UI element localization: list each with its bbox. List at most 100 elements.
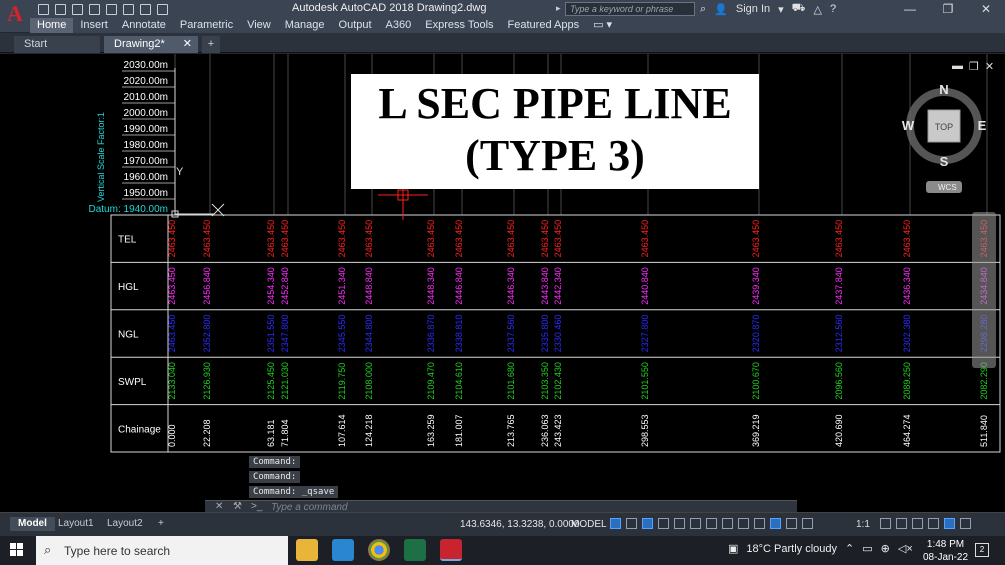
tab-manage[interactable]: Manage — [278, 18, 332, 33]
layout-tab-layout1[interactable]: Layout1 — [50, 517, 102, 531]
windows-start-icon[interactable] — [10, 543, 24, 557]
close-button[interactable]: ✕ — [967, 0, 1005, 18]
ortho-icon[interactable] — [658, 518, 669, 529]
auto-scale-icon[interactable] — [802, 518, 813, 529]
network-icon[interactable]: ⊕ — [881, 542, 890, 555]
table-cell-ngl: 2338.810 — [454, 315, 464, 353]
layout-tab-model[interactable]: Model — [10, 517, 55, 531]
autocad-taskbar-icon[interactable] — [440, 539, 462, 561]
battery-icon[interactable]: ▭ — [862, 542, 872, 555]
model-space-button[interactable]: MODEL — [571, 519, 607, 530]
help-icon[interactable]: ? — [830, 3, 836, 15]
viewcube-s-label: S — [940, 154, 949, 169]
sign-in-button[interactable]: Sign In — [736, 3, 770, 15]
polar-tracking-icon[interactable] — [674, 518, 685, 529]
lineweight-icon[interactable] — [738, 518, 749, 529]
taskbar-search[interactable]: ⌕ Type here to search — [36, 536, 288, 565]
keyword-search-input[interactable]: Type a keyword or phrase — [565, 2, 695, 16]
file-tab-start[interactable]: Start — [14, 36, 100, 53]
infer-constraints-icon[interactable] — [642, 518, 653, 529]
command-history-line: Command: — [249, 471, 301, 483]
tab-output[interactable]: Output — [332, 18, 379, 33]
wrench-icon[interactable]: ⚒ — [233, 501, 242, 512]
plot-icon[interactable] — [106, 3, 117, 15]
search-expand-icon[interactable]: ▸ — [556, 3, 561, 14]
tab-annotate[interactable]: Annotate — [115, 18, 173, 33]
user-icon[interactable]: 👤 — [714, 3, 728, 16]
tab-view[interactable]: View — [240, 18, 278, 33]
camera-app-icon[interactable] — [332, 539, 354, 561]
weather-icon[interactable]: ▣ — [728, 542, 738, 555]
tab-express-tools[interactable]: Express Tools — [418, 18, 500, 33]
table-cell-tel: 2463.450 — [751, 220, 761, 258]
viewport-close-icon[interactable]: ✕ — [985, 60, 994, 73]
clean-screen-icon[interactable] — [944, 518, 955, 529]
save-icon[interactable] — [72, 3, 83, 15]
tab-parametric[interactable]: Parametric — [173, 18, 240, 33]
plus-icon[interactable] — [896, 518, 907, 529]
excel-icon[interactable] — [404, 539, 426, 561]
open-file-icon[interactable] — [55, 3, 66, 15]
print-icon[interactable] — [123, 3, 134, 15]
tab-featured-apps[interactable]: Featured Apps — [501, 18, 587, 33]
viewport-restore-icon[interactable]: ❐ — [969, 60, 979, 73]
file-tab-drawing2[interactable]: Drawing2* ✕ — [104, 36, 198, 53]
elevation-label: 1980.00m — [124, 140, 168, 151]
tab-home[interactable]: Home — [30, 18, 74, 33]
autocad-logo-icon[interactable]: A — [0, 0, 30, 32]
new-tab-button[interactable]: + — [202, 36, 220, 53]
snap-icon[interactable] — [626, 518, 637, 529]
weather-text[interactable]: 18°C Partly cloudy — [746, 543, 837, 555]
file-tab-label: Drawing2* — [114, 38, 165, 50]
minimize-button[interactable]: — — [891, 0, 929, 18]
add-layout-button[interactable]: + — [150, 517, 172, 531]
viewport-minimize-icon[interactable]: ▬ — [952, 60, 963, 73]
taskbar-clock[interactable]: 1:48 PM 08-Jan-22 — [923, 538, 968, 564]
close-icon[interactable]: ✕ — [183, 36, 192, 53]
chevron-up-icon[interactable]: ⌃ — [845, 542, 854, 555]
file-explorer-icon[interactable] — [296, 539, 318, 561]
tab-a360[interactable]: A360 — [379, 18, 419, 33]
annotation-scale[interactable]: 1:1 — [856, 519, 870, 530]
gear-icon[interactable] — [880, 518, 891, 529]
chrome-icon[interactable] — [368, 539, 390, 561]
binoculars-icon[interactable]: ⌕ — [700, 3, 706, 16]
object-snap-icon[interactable] — [722, 518, 733, 529]
cursor-coordinates[interactable]: 143.6346, 13.3238, 0.0000 — [460, 519, 580, 530]
annotation-visibility-icon[interactable] — [786, 518, 797, 529]
grid-icon[interactable] — [610, 518, 621, 529]
layout-tab-layout2[interactable]: Layout2 — [99, 517, 151, 531]
object-snap-tracking-icon[interactable] — [706, 518, 717, 529]
transparency-icon[interactable] — [754, 518, 765, 529]
elevation-label: 1960.00m — [124, 172, 168, 183]
system-tray: ▣ 18°C Partly cloudy ⌃ ▭ ⊕ ◁× — [728, 542, 913, 556]
redo-icon[interactable] — [157, 3, 168, 15]
restore-button[interactable]: ❐ — [929, 0, 967, 18]
undo-icon[interactable] — [140, 3, 151, 15]
elevation-label: 2020.00m — [124, 76, 168, 87]
ucs-y-label: Y — [176, 166, 184, 178]
customization-menu-icon[interactable] — [960, 518, 971, 529]
table-cell-ngl: 2330.460 — [553, 315, 563, 353]
autodesk-a360-icon[interactable]: △ — [814, 3, 822, 16]
tab-insert[interactable]: Insert — [73, 18, 115, 33]
table-cell-tel: 2463.450 — [640, 220, 650, 258]
ribbon-display-toggle-icon[interactable]: ▭ ▾ — [586, 18, 619, 33]
taskbar-search-placeholder: Type here to search — [64, 544, 171, 558]
chevron-down-icon[interactable]: ▾ — [778, 3, 784, 16]
elevation-label: 1970.00m — [124, 156, 168, 167]
close-icon[interactable]: ✕ — [215, 501, 223, 512]
table-cell-ch: 464.274 — [902, 414, 912, 447]
notification-center-icon[interactable]: 2 — [975, 543, 989, 557]
hardware-acceleration-icon[interactable] — [912, 518, 923, 529]
cart-icon[interactable]: ⛟ — [792, 2, 806, 16]
volume-icon[interactable]: ◁× — [898, 542, 913, 555]
save-as-icon[interactable] — [89, 3, 100, 15]
new-file-icon[interactable] — [38, 3, 49, 15]
drawing-canvas[interactable]: 2030.00m 2020.00m 2010.00m 2000.00m 1990.00m… — [0, 54, 1005, 512]
isolate-objects-icon[interactable] — [928, 518, 939, 529]
table-cell-hgl: 2443.840 — [540, 267, 550, 305]
selection-cycling-icon[interactable] — [770, 518, 781, 529]
isodraft-icon[interactable] — [690, 518, 701, 529]
table-cell-swpl: 2108.000 — [364, 362, 374, 400]
